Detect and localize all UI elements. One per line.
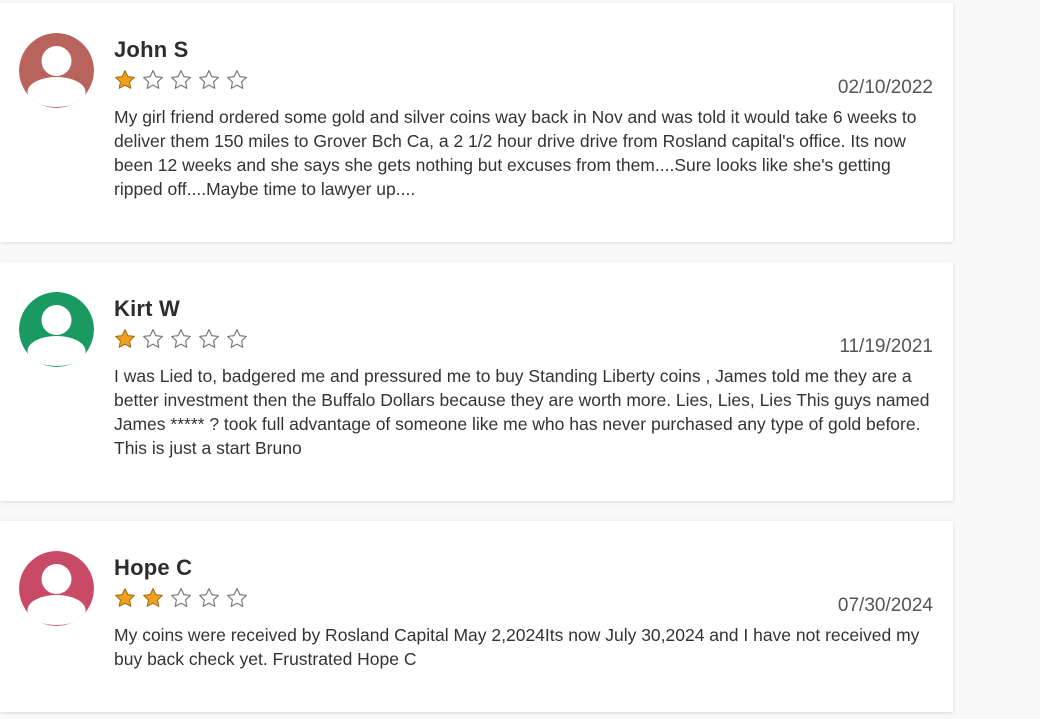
star-filled-icon xyxy=(143,588,163,607)
star-rating xyxy=(114,328,248,350)
rating-row: 02/10/2022 xyxy=(114,69,933,103)
review-text: I was Lied to, badgered me and pressured… xyxy=(114,366,930,458)
review-date: 11/19/2021 xyxy=(839,336,933,357)
rating-row: 07/30/2024 xyxy=(114,587,933,621)
user-avatar-icon xyxy=(19,551,94,626)
star-filled-icon xyxy=(115,70,135,89)
reviewer-name: Hope C xyxy=(114,555,193,580)
review-date: 02/10/2022 xyxy=(837,77,933,98)
star-empty-icon xyxy=(171,70,191,89)
review-card: Hope C 07/30/2024 My coins were received… xyxy=(0,521,953,712)
review-card: John S 02/10/2022 My girl friend ordered… xyxy=(0,3,953,242)
review-card: Kirt W 11/19/2021 I was Lied to, badgere… xyxy=(0,262,953,501)
review-text: My coins were received by Rosland Capita… xyxy=(114,625,920,669)
star-empty-icon xyxy=(199,70,219,89)
star-empty-icon xyxy=(227,588,247,607)
star-empty-icon xyxy=(227,329,247,348)
reviewer-name: Kirt W xyxy=(114,296,180,321)
review-text: My girl friend ordered some gold and sil… xyxy=(114,107,917,199)
star-empty-icon xyxy=(199,329,219,348)
star-empty-icon xyxy=(171,588,191,607)
star-filled-icon xyxy=(115,329,135,348)
user-avatar-icon xyxy=(19,292,94,367)
star-rating xyxy=(114,69,248,91)
star-empty-icon xyxy=(143,70,163,89)
star-empty-icon xyxy=(171,329,191,348)
user-avatar-icon xyxy=(19,33,94,108)
star-empty-icon xyxy=(143,329,163,348)
review-date: 07/30/2024 xyxy=(837,595,933,616)
star-rating xyxy=(114,587,248,609)
reviews-list: John S 02/10/2022 My girl friend ordered… xyxy=(0,3,953,712)
reviewer-name: John S xyxy=(114,37,189,62)
star-filled-icon xyxy=(115,588,135,607)
rating-row: 11/19/2021 xyxy=(114,328,933,362)
star-empty-icon xyxy=(199,588,219,607)
star-empty-icon xyxy=(227,70,247,89)
